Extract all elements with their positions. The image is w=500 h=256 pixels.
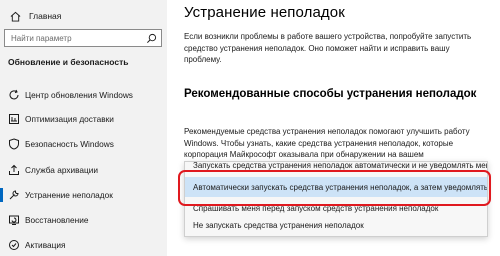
search-placeholder: Найти параметр	[11, 33, 72, 43]
sidebar-item-troubleshoot[interactable]: Устранение неполадок	[0, 185, 167, 205]
highlight-annotation	[178, 170, 491, 206]
sidebar-item-label: Служба архивации	[25, 165, 99, 175]
search-icon[interactable]	[146, 33, 157, 46]
sidebar-item-delivery-optimization[interactable]: Оптимизация доставки	[0, 109, 167, 129]
recommended-description: Рекомендуемые средства устранения непола…	[184, 127, 470, 159]
backup-icon	[8, 164, 20, 176]
settings-sidebar: Главная Найти параметр Обновление и безо…	[0, 0, 167, 256]
sidebar-item-activation[interactable]: Активация	[0, 235, 167, 255]
activation-icon	[8, 239, 20, 251]
section-subtitle: Рекомендованные способы устранения непол…	[184, 88, 477, 100]
search-input[interactable]: Найти параметр	[4, 29, 162, 47]
sidebar-item-label: Центр обновления Windows	[25, 90, 133, 100]
sidebar-item-label: Активация	[25, 240, 66, 250]
section-title: Обновление и безопасность	[8, 57, 129, 67]
sidebar-item-label: Безопасность Windows	[25, 139, 114, 149]
home-link[interactable]: Главная	[10, 8, 61, 24]
sidebar-item-windows-update[interactable]: Центр обновления Windows	[0, 85, 167, 105]
sidebar-item-recovery[interactable]: Восстановление	[0, 210, 167, 230]
dropdown-option[interactable]: Не запускать средства устранения неполад…	[185, 215, 487, 235]
shield-icon	[8, 138, 20, 150]
delivery-optimization-icon	[8, 113, 20, 125]
home-icon	[10, 11, 21, 22]
sidebar-item-label: Восстановление	[25, 215, 89, 225]
page-title: Устранение неполадок	[184, 4, 345, 21]
sidebar-item-label: Оптимизация доставки	[25, 114, 114, 124]
refresh-icon	[8, 89, 20, 101]
recovery-icon	[8, 214, 20, 226]
sidebar-item-backup[interactable]: Служба архивации	[0, 160, 167, 180]
sidebar-item-label: Устранение неполадок	[25, 190, 113, 200]
wrench-icon	[8, 189, 20, 201]
home-label: Главная	[29, 11, 62, 21]
sidebar-item-windows-security[interactable]: Безопасность Windows	[0, 134, 167, 154]
intro-text: Если возникли проблемы в работе вашего у…	[184, 32, 472, 64]
active-indicator	[0, 188, 3, 202]
